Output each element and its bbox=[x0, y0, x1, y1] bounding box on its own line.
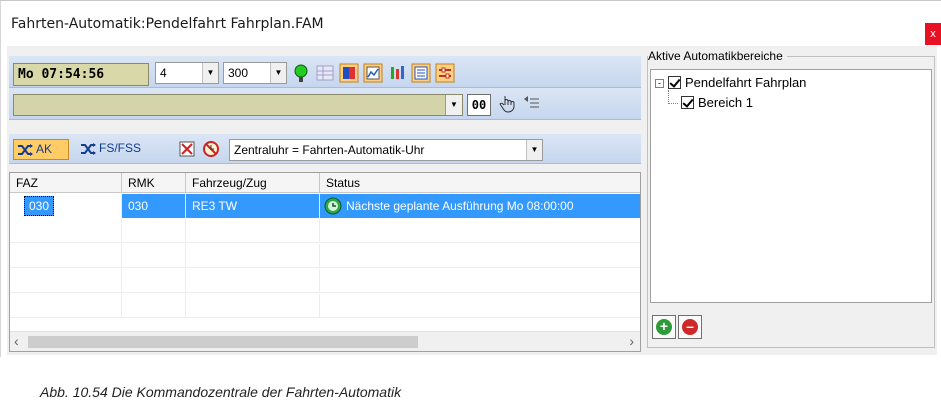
empty-cell bbox=[10, 244, 122, 268]
table-row[interactable]: 030 030 RE3 TW Nächste geplante Ausführu… bbox=[10, 194, 640, 218]
settings-panel-icon[interactable] bbox=[435, 63, 455, 83]
automation-window: Fahrten-Automatik:Pendelfahrt Fahrplan.F… bbox=[0, 1, 941, 357]
figure-caption: Abb. 10.54 Die Kommandozentrale der Fahr… bbox=[40, 384, 402, 400]
shuffle-icon bbox=[80, 141, 96, 163]
chevron-down-icon[interactable]: ▼ bbox=[270, 63, 286, 83]
tree-connector bbox=[668, 90, 678, 104]
table-row bbox=[10, 269, 640, 293]
ak-mode-button[interactable]: AK bbox=[13, 139, 69, 160]
empty-cell bbox=[186, 294, 320, 318]
minus-icon: – bbox=[682, 319, 698, 335]
interval-select-value: 300 bbox=[228, 66, 249, 80]
ak-mode-label: AK bbox=[36, 142, 53, 156]
status-text: Nächste geplante Ausführung Mo 08:00:00 bbox=[346, 199, 574, 213]
remove-area-button[interactable]: – bbox=[678, 315, 702, 339]
grid-header: FAZ RMK Fahrzeug/Zug Status bbox=[10, 173, 640, 193]
tree-node-bereich[interactable]: Bereich 1 bbox=[681, 94, 753, 112]
group-label: Aktive Automatikbereiche bbox=[648, 49, 787, 63]
empty-cell bbox=[10, 269, 122, 293]
checkbox-bereich[interactable] bbox=[681, 96, 694, 109]
horizontal-scrollbar[interactable]: ‹ › bbox=[10, 331, 640, 351]
empty-cell bbox=[122, 244, 186, 268]
scroll-thumb[interactable] bbox=[28, 336, 418, 348]
clock-source-select[interactable]: Zentraluhr = Fahrten-Automatik-Uhr ▼ bbox=[229, 139, 543, 161]
train-cell: RE3 TW bbox=[186, 194, 320, 218]
indent-list-icon[interactable] bbox=[521, 93, 541, 113]
column-header-faz[interactable]: FAZ bbox=[10, 173, 122, 193]
interval-select[interactable]: 300 ▼ bbox=[223, 62, 287, 84]
window-title: Fahrten-Automatik:Pendelfahrt Fahrplan.F… bbox=[11, 16, 324, 32]
grid-view-icon[interactable] bbox=[315, 63, 335, 83]
empty-cell bbox=[122, 219, 186, 243]
empty-cell bbox=[10, 294, 122, 318]
client-area: Mo 07:54:56 4 ▼ 300 ▼ ▼ 00 AK FS/FSS Zen… bbox=[7, 46, 937, 355]
faz-value: 030 bbox=[24, 196, 55, 216]
faz-cell: 030 bbox=[10, 194, 122, 218]
selection-toolbar: ▼ 00 bbox=[9, 88, 641, 120]
rmk-cell: 030 bbox=[122, 194, 186, 218]
chart-icon[interactable] bbox=[363, 63, 383, 83]
automation-selector[interactable]: ▼ bbox=[13, 94, 463, 116]
areas-tree[interactable]: - Pendelfahrt Fahrplan Bereich 1 bbox=[650, 69, 932, 303]
clock-display: Mo 07:54:56 bbox=[13, 63, 149, 86]
chevron-down-icon[interactable]: ▼ bbox=[445, 95, 462, 115]
empty-cell bbox=[122, 294, 186, 318]
main-toolbar: Mo 07:54:56 4 ▼ 300 ▼ bbox=[9, 56, 641, 88]
column-header-status[interactable]: Status bbox=[320, 173, 640, 193]
empty-cell bbox=[122, 269, 186, 293]
empty-cell bbox=[10, 219, 122, 243]
checkbox-pendelfahrt[interactable] bbox=[668, 76, 681, 89]
speed-select[interactable]: 4 ▼ bbox=[155, 62, 219, 84]
speed-select-value: 4 bbox=[160, 66, 167, 80]
empty-cell bbox=[186, 269, 320, 293]
plus-icon: + bbox=[656, 319, 672, 335]
empty-cell bbox=[186, 219, 320, 243]
add-area-button[interactable]: + bbox=[652, 315, 676, 339]
clock-icon bbox=[324, 197, 342, 218]
column-header-rmk[interactable]: RMK bbox=[122, 173, 186, 193]
table-row bbox=[10, 294, 640, 318]
sliders-icon[interactable] bbox=[387, 63, 407, 83]
active-areas-group: Aktive Automatikbereiche - Pendelfahrt Fa… bbox=[647, 49, 935, 348]
green-lamp-icon[interactable] bbox=[291, 63, 311, 83]
collapse-icon[interactable]: - bbox=[655, 79, 664, 88]
chevron-down-icon[interactable]: ▼ bbox=[526, 140, 542, 160]
fs-mode-label: FS/FSS bbox=[99, 141, 142, 155]
status-cell: Nächste geplante Ausführung Mo 08:00:00 bbox=[320, 194, 640, 218]
mode-toolbar: AK FS/FSS Zentraluhr = Fahrten-Automatik… bbox=[9, 134, 641, 164]
scroll-left-icon[interactable]: ‹ bbox=[14, 333, 19, 349]
title-bar: Fahrten-Automatik:Pendelfahrt Fahrplan.F… bbox=[1, 1, 941, 45]
scroll-right-icon[interactable]: › bbox=[629, 333, 634, 349]
clock-source-value: Zentraluhr = Fahrten-Automatik-Uhr bbox=[234, 143, 425, 157]
no-clock-icon[interactable] bbox=[201, 139, 221, 159]
fs-mode-button[interactable]: FS/FSS bbox=[77, 139, 161, 160]
red-panel-icon[interactable] bbox=[339, 63, 359, 83]
empty-cell bbox=[186, 244, 320, 268]
automation-grid[interactable]: FAZ RMK Fahrzeug/Zug Status 030 030 RE3 … bbox=[9, 172, 641, 352]
shuffle-icon bbox=[17, 142, 33, 164]
column-header-train[interactable]: Fahrzeug/Zug bbox=[186, 173, 320, 193]
close-button[interactable]: x bbox=[925, 23, 941, 45]
counter-box[interactable]: 00 bbox=[467, 94, 491, 116]
tree-node-label: Bereich 1 bbox=[698, 95, 753, 110]
table-row bbox=[10, 244, 640, 268]
hand-cursor-icon[interactable] bbox=[497, 93, 517, 113]
tree-node-label: Pendelfahrt Fahrplan bbox=[685, 75, 807, 90]
list-view-icon[interactable] bbox=[411, 63, 431, 83]
stop-icon[interactable] bbox=[177, 139, 197, 159]
table-row bbox=[10, 219, 640, 243]
chevron-down-icon[interactable]: ▼ bbox=[202, 63, 218, 83]
